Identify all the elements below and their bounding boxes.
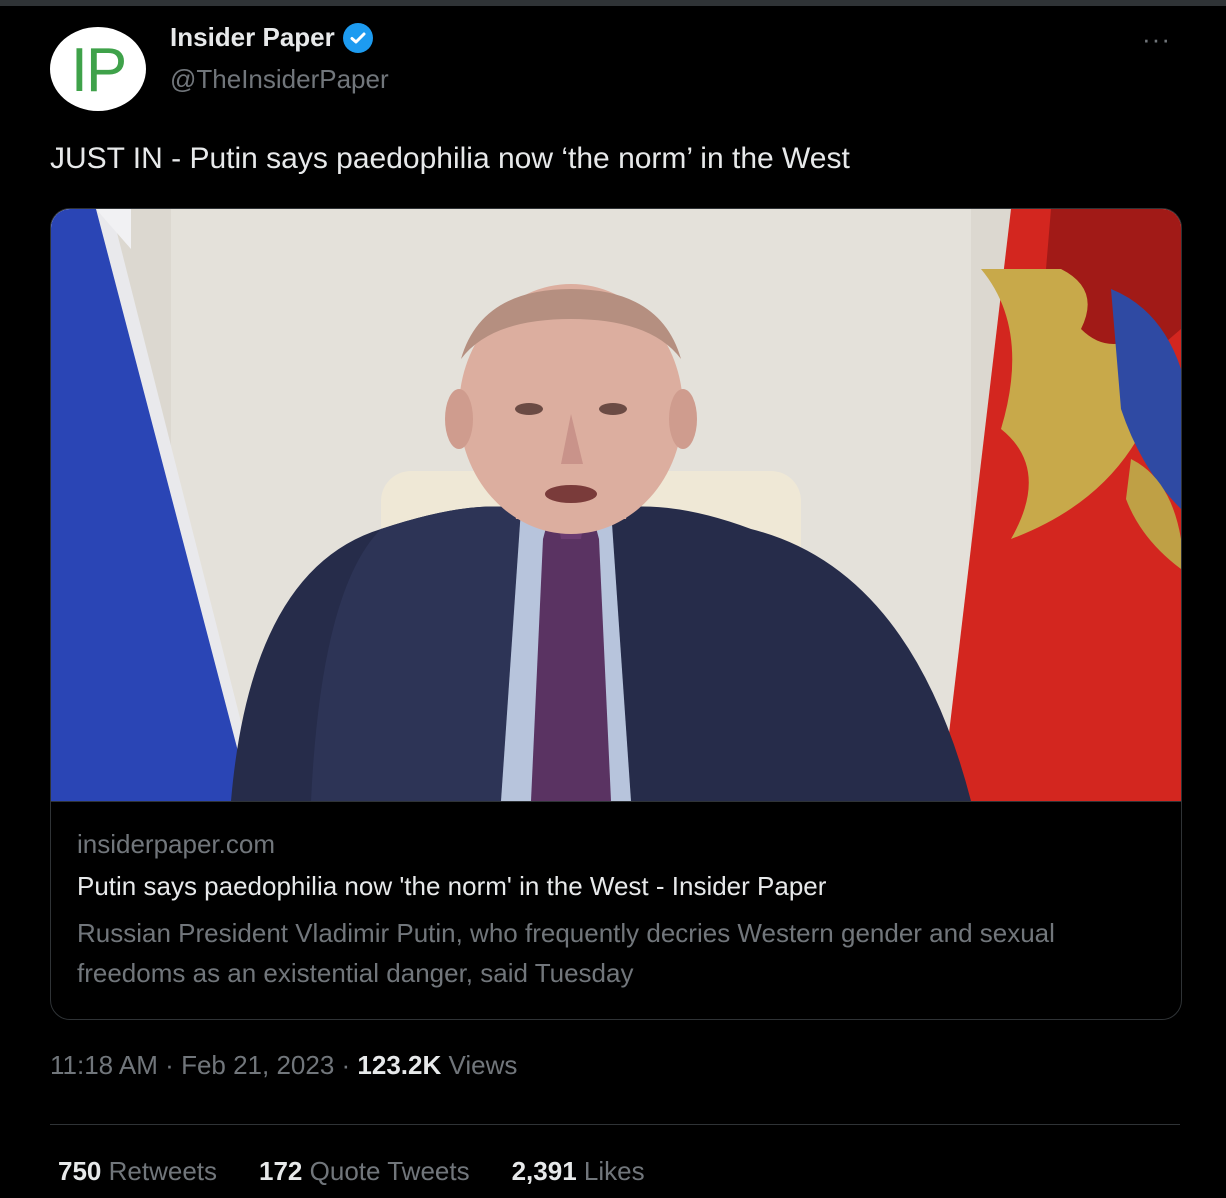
retweets-label: Retweets: [108, 1156, 218, 1186]
avatar[interactable]: IP: [50, 27, 146, 111]
tweet-text: JUST IN - Putin says paedophilia now ‘th…: [50, 142, 850, 175]
likes-count: 2,391: [511, 1156, 577, 1186]
meta-separator: ·: [341, 1050, 358, 1080]
card-title: Putin says paedophilia now 'the norm' in…: [77, 871, 827, 901]
retweets-count: 750: [58, 1156, 102, 1186]
tweet-meta: 11:18 AM · Feb 21, 2023 · 123.2K Views: [50, 1050, 517, 1081]
avatar-logo: IP: [71, 40, 128, 102]
tweet-date[interactable]: Feb 21, 2023: [181, 1050, 334, 1080]
author-handle[interactable]: @TheInsiderPaper: [170, 64, 389, 95]
views-count: 123.2K: [357, 1050, 442, 1080]
more-icon[interactable]: ···: [1142, 26, 1171, 52]
card-description: Russian President Vladimir Putin, who fr…: [77, 918, 1055, 988]
stats-divider: [50, 1124, 1180, 1125]
tweet-time[interactable]: 11:18 AM: [50, 1050, 158, 1080]
retweets-stat[interactable]: 750 Retweets: [58, 1156, 217, 1187]
author-display-name[interactable]: Insider Paper: [170, 22, 335, 53]
likes-label: Likes: [583, 1156, 645, 1186]
views-label: Views: [448, 1050, 518, 1080]
verified-badge-icon: [342, 22, 373, 53]
card-image: [51, 209, 1181, 801]
engagement-stats: 750 Retweets 172 Quote Tweets 2,391 Like…: [58, 1156, 645, 1187]
top-border: [0, 0, 1226, 6]
quote-tweets-count: 172: [259, 1156, 303, 1186]
quote-tweets-stat[interactable]: 172 Quote Tweets: [259, 1156, 470, 1187]
card-domain: insiderpaper.com: [77, 829, 275, 859]
link-card[interactable]: insiderpaper.com Putin says paedophilia …: [50, 208, 1182, 1020]
card-photo: [51, 209, 1181, 801]
meta-separator: ·: [165, 1050, 182, 1080]
avatar-logo-text: IP: [70, 36, 128, 105]
card-divider: [51, 801, 1181, 802]
likes-stat[interactable]: 2,391 Likes: [512, 1156, 645, 1187]
quote-tweets-label: Quote Tweets: [309, 1156, 470, 1186]
author-name-row[interactable]: Insider Paper: [170, 22, 373, 53]
